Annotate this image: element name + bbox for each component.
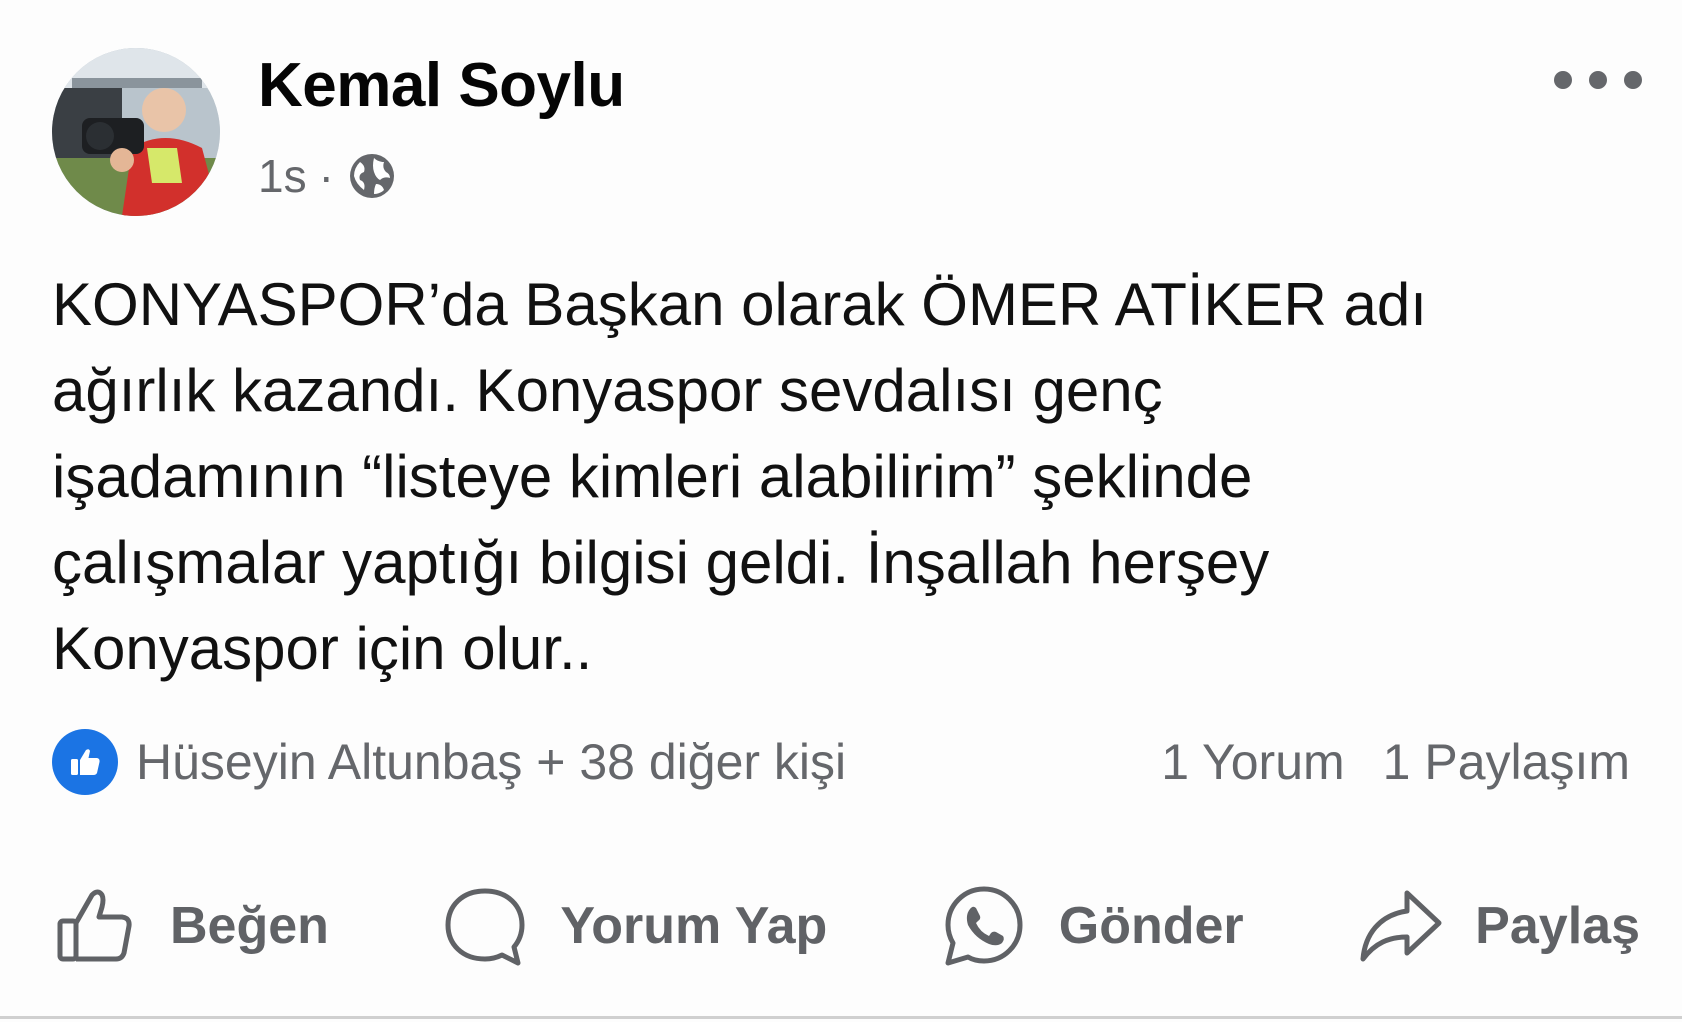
post-text-line: ağırlık kazandı. Konyaspor sevdalısı gen…: [52, 357, 1163, 424]
more-options-button[interactable]: [1554, 62, 1642, 98]
post-text-line: işadamının “listeye kimleri alabilirim” …: [52, 443, 1253, 510]
share-button[interactable]: Paylaş: [1345, 881, 1650, 971]
post-meta: 1s ·: [258, 148, 396, 204]
post-card: Kemal Soylu 1s · KONYASPOR’da Başkan ola…: [0, 0, 1682, 1022]
post-text-line: KONYASPOR’da Başkan olarak ÖMER ATİKER a…: [52, 271, 1427, 338]
post-text-line: çalışmalar yaptığı bilgisi geldi. İnşall…: [52, 529, 1270, 596]
comment-button[interactable]: Yorum Yap: [430, 881, 837, 971]
send-label: Gönder: [1058, 897, 1244, 955]
post-text: KONYASPOR’da Başkan olarak ÖMER ATİKER a…: [52, 262, 1612, 692]
author-name[interactable]: Kemal Soylu: [258, 50, 625, 121]
like-icon: [57, 889, 132, 962]
avatar-photo: [52, 48, 220, 216]
comment-label: Yorum Yap: [560, 897, 828, 955]
whatsapp-icon: [945, 886, 1023, 966]
author-avatar[interactable]: [52, 48, 220, 216]
shares-count[interactable]: 1 Paylaşım: [1383, 733, 1630, 791]
comments-count[interactable]: 1 Yorum: [1161, 733, 1344, 791]
share-label: Paylaş: [1475, 897, 1640, 955]
like-button[interactable]: Beğen: [40, 881, 339, 971]
more-dots-icon: [1554, 71, 1572, 89]
like-reaction-icon[interactable]: [52, 729, 118, 795]
post-time[interactable]: 1s: [258, 149, 307, 203]
meta-separator: ·: [318, 150, 334, 202]
action-bar: Beğen Yorum Yap Gönder Paylaş: [40, 878, 1650, 974]
like-label: Beğen: [170, 897, 329, 955]
share-icon: [1360, 890, 1442, 962]
reaction-stats: Hüseyin Altunbaş + 38 diğer kişi 1 Yorum…: [52, 728, 1630, 796]
reactions-text[interactable]: Hüseyin Altunbaş + 38 diğer kişi: [136, 733, 846, 791]
comment-icon: [445, 888, 525, 966]
globe-icon[interactable]: [348, 152, 396, 200]
send-button[interactable]: Gönder: [929, 881, 1254, 971]
divider: [0, 1016, 1682, 1019]
post-text-line: Konyaspor için olur..: [52, 615, 593, 682]
